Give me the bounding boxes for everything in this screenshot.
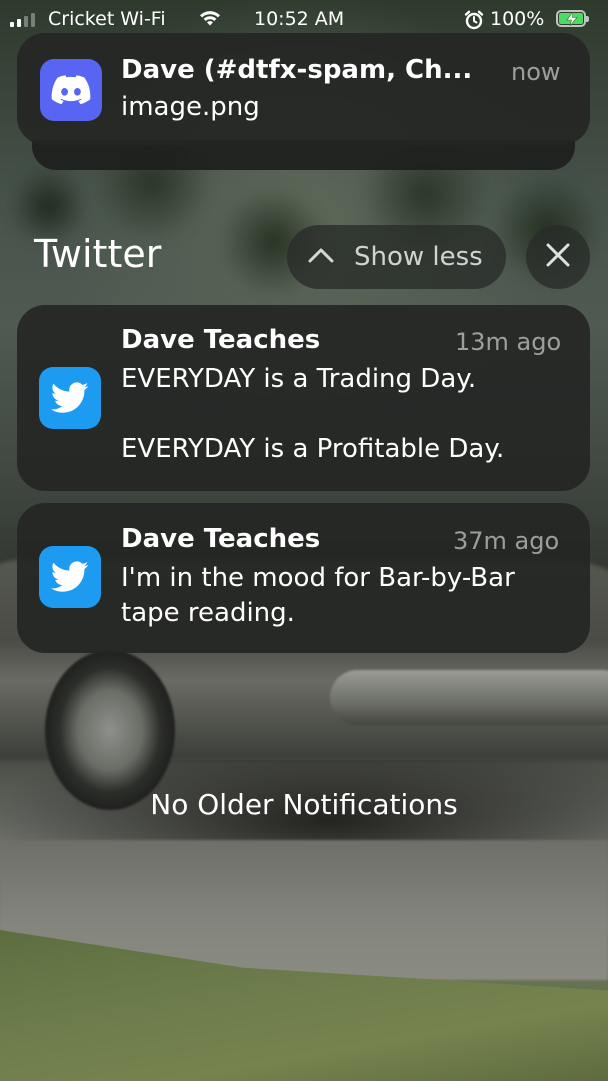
notification-group-title: Twitter [34,232,162,276]
notification-body: image.png [121,92,260,122]
clear-group-button[interactable] [526,225,590,289]
notification-body: I'm in the mood for Bar-by-Bar tape read… [121,563,515,628]
signal-icon [10,13,35,27]
show-less-button[interactable]: Show less [287,225,506,289]
alarm-icon [464,10,484,35]
show-less-label: Show less [354,242,483,272]
notification-time: 37m ago [453,527,560,555]
notification-time: 13m ago [455,328,562,356]
notification-body: EVERYDAY is a Trading Day. EVERYDAY is a… [121,364,505,464]
notification-title: Dave (#dtfx-spam, Ch... [121,55,473,85]
wallpaper-car-bumper [330,670,608,725]
twitter-icon [39,546,101,608]
discord-icon [40,59,102,121]
notification-title: Dave Teaches [121,524,321,554]
twitter-notification[interactable]: Dave Teaches 13m ago EVERYDAY is a Tradi… [17,305,590,491]
battery-charging-icon [556,10,589,27]
battery-percent: 100% [490,8,545,30]
discord-notification[interactable]: Dave (#dtfx-spam, Ch... now image.png [17,33,590,145]
close-icon [545,242,571,272]
notification-time: now [511,58,561,86]
no-older-notifications-label: No Older Notifications [150,788,458,821]
carrier-name: Cricket Wi-Fi [48,8,166,30]
notification-title: Dave Teaches [121,325,321,355]
twitter-icon [39,367,101,429]
chevron-up-icon [307,245,335,269]
wallpaper-car-wheel [45,650,175,810]
twitter-notification[interactable]: Dave Teaches 37m ago I'm in the mood for… [17,503,590,653]
wifi-icon [198,9,222,32]
clock-time: 10:52 AM [254,8,345,30]
